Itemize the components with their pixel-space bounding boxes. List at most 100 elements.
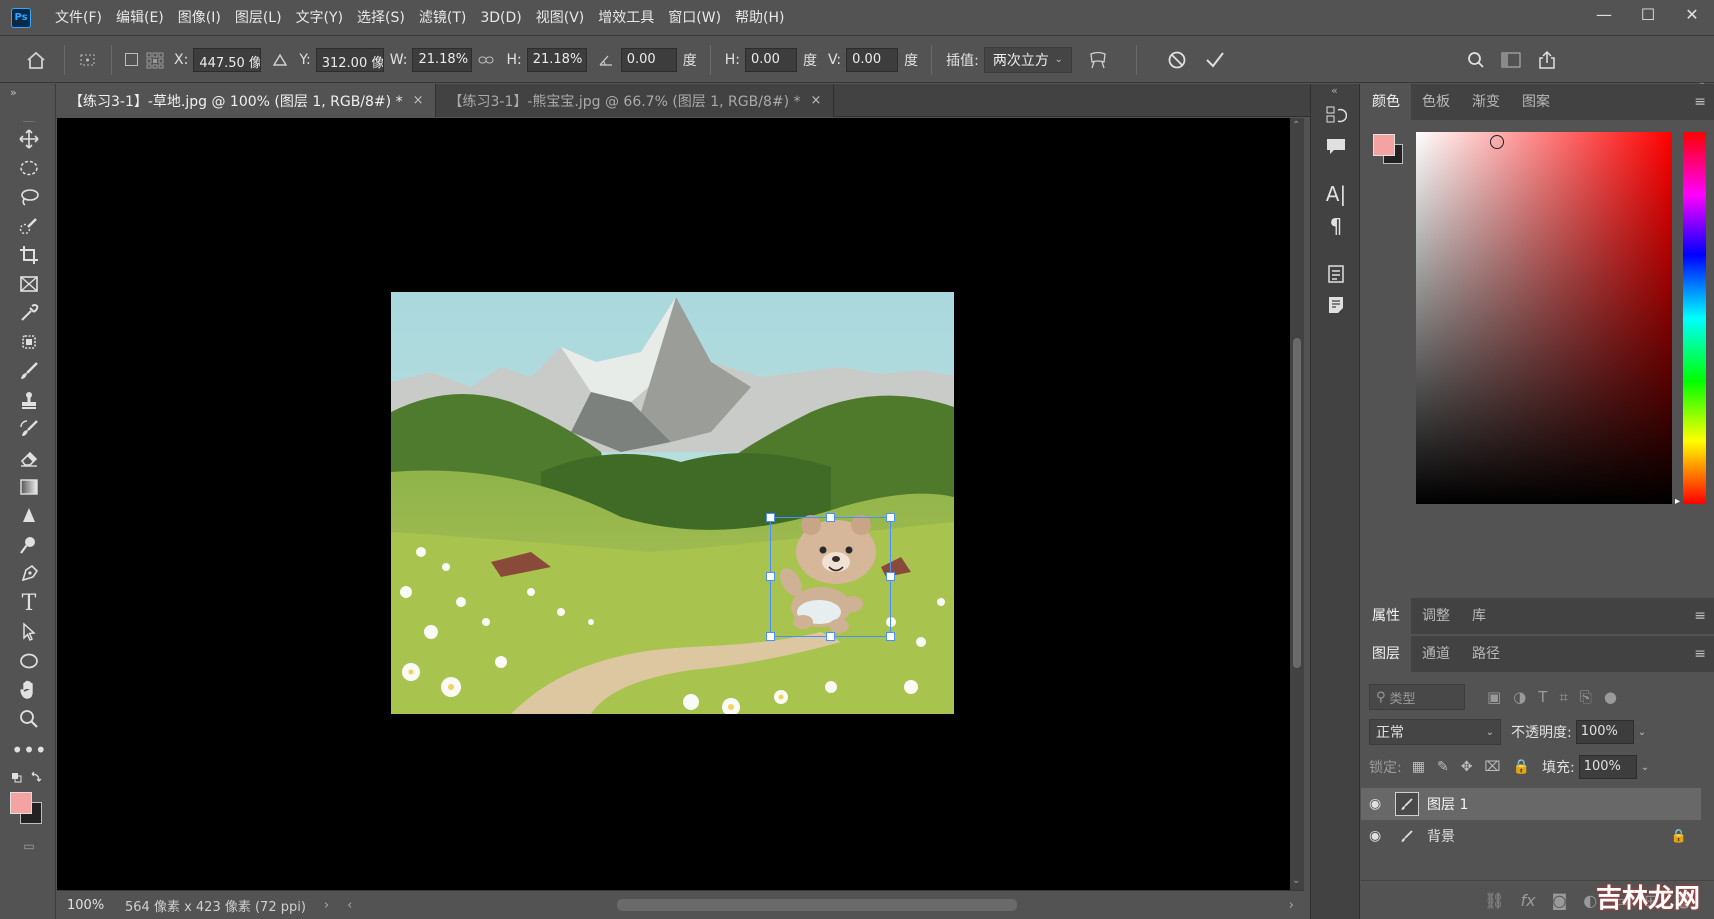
menu-item[interactable]: 编辑(E) (109, 0, 171, 36)
zoom-level[interactable]: 100% (67, 898, 117, 913)
transform-handle-right[interactable] (886, 572, 895, 581)
layer-row[interactable]: ◉ 图层 1 (1361, 788, 1701, 820)
canvas-viewport[interactable] (57, 118, 1290, 890)
menu-item[interactable]: 选择(S) (350, 0, 412, 36)
commit-transform-icon[interactable] (1197, 51, 1233, 69)
hand-tool-icon[interactable] (14, 676, 44, 704)
scroll-up-icon[interactable]: ⌃ (1292, 120, 1300, 131)
transform-handle-bottom-left[interactable] (766, 632, 775, 641)
close-icon[interactable]: × (811, 93, 822, 108)
opacity-field[interactable]: 100% (1575, 720, 1634, 744)
scroll-left-icon[interactable]: ‹ (347, 898, 352, 913)
character-panel-icon[interactable]: A| (1323, 181, 1349, 207)
transform-handle-top-right[interactable] (886, 513, 895, 522)
tab-bear-doc[interactable]: 【练习3-1】-熊宝宝.jpg @ 66.7% (图层 1, RGB/8#) *… (436, 84, 835, 117)
zoom-tool-icon[interactable] (14, 705, 44, 733)
visibility-eye-icon[interactable]: ◉ (1369, 796, 1389, 812)
y-position-field[interactable]: 312.00 像素 (315, 47, 384, 72)
share-icon[interactable] (1531, 50, 1563, 69)
menu-item[interactable]: 图层(L) (228, 0, 289, 36)
tab-layers[interactable]: 图层 (1361, 636, 1411, 672)
scroll-down-icon[interactable]: ⌄ (1292, 875, 1300, 886)
eyedropper-tool-icon[interactable] (14, 299, 44, 327)
hue-slider-arrow-icon[interactable]: ▸ (1675, 496, 1680, 507)
transform-handle-bottom-right[interactable] (886, 632, 895, 641)
history-panel-icon[interactable] (1323, 102, 1349, 128)
document-image[interactable] (391, 292, 954, 714)
shape-layer-filter-icon[interactable]: ⌗ (1559, 688, 1567, 706)
rotate-angle-field[interactable]: 0.00 (620, 47, 677, 72)
foreground-color-chip[interactable] (1373, 134, 1395, 156)
layer-name[interactable]: 背景 (1427, 826, 1455, 846)
transform-handle-top[interactable] (826, 513, 835, 522)
expand-panels-icon[interactable]: « (1331, 84, 1338, 97)
minimize-button[interactable]: — (1582, 0, 1626, 28)
menu-item[interactable]: 帮助(H) (728, 0, 791, 36)
menu-item[interactable]: 文字(Y) (289, 0, 350, 36)
fill-field[interactable]: 100% (1578, 755, 1637, 779)
quick-mask-icon[interactable]: ▭ (14, 832, 44, 860)
relative-position-icon[interactable] (267, 53, 293, 67)
menu-item[interactable]: 滤镜(T) (412, 0, 473, 36)
edit-toolbar-icon[interactable]: ••• (11, 736, 46, 764)
status-menu-arrow-icon[interactable]: › (324, 898, 329, 913)
tab-patterns[interactable]: 图案 (1511, 84, 1561, 120)
transform-handle-left[interactable] (766, 572, 775, 581)
menu-item[interactable]: 增效工具 (591, 0, 661, 36)
x-position-field[interactable]: 447.50 像素 (193, 47, 262, 72)
tab-gradients[interactable]: 渐变 (1461, 84, 1511, 120)
blend-mode-dropdown[interactable]: 正常 ⌄ (1369, 719, 1501, 745)
collapse-toolbar-icon[interactable]: » (10, 86, 17, 99)
vertical-scroll-thumb[interactable] (1293, 338, 1301, 668)
crop-tool-icon[interactable] (14, 241, 44, 269)
smart-object-filter-icon[interactable]: ⎘ (1580, 688, 1592, 706)
interpolation-dropdown[interactable]: 两次立方 ⌄ (983, 46, 1072, 73)
blur-tool-icon[interactable] (14, 502, 44, 530)
panel-menu-icon[interactable]: ≡ (1694, 646, 1706, 662)
tab-color[interactable]: 颜色 (1361, 84, 1411, 120)
clone-stamp-tool-icon[interactable] (14, 386, 44, 414)
ellipse-tool-icon[interactable] (14, 647, 44, 675)
filter-toggle-icon[interactable]: ● (1604, 688, 1617, 706)
layer-mask-icon[interactable]: ◙ (1552, 891, 1568, 910)
tab-paths[interactable]: 路径 (1461, 636, 1511, 672)
move-tool-icon[interactable] (14, 125, 44, 153)
tab-libraries[interactable]: 库 (1461, 598, 1497, 634)
elliptical-marquee-tool-icon[interactable] (14, 154, 44, 182)
menu-item[interactable]: 视图(V) (529, 0, 592, 36)
panel-menu-icon[interactable]: ≡ (1694, 94, 1706, 110)
horizontal-scroll-thumb[interactable] (617, 899, 1017, 911)
pixel-layer-filter-icon[interactable]: ▣ (1487, 688, 1501, 706)
layer-style-icon[interactable]: fx (1521, 891, 1536, 910)
gradient-tool-icon[interactable] (14, 473, 44, 501)
frame-tool-icon[interactable] (14, 270, 44, 298)
notes-panel-icon[interactable] (1323, 292, 1349, 318)
chevron-down-icon[interactable]: ⌄ (1638, 727, 1646, 738)
reference-checkbox[interactable] (120, 53, 142, 66)
layer-name[interactable]: 图层 1 (1427, 794, 1468, 814)
close-button[interactable]: ✕ (1670, 0, 1714, 28)
eraser-tool-icon[interactable] (14, 444, 44, 472)
path-selection-tool-icon[interactable] (14, 618, 44, 646)
lock-position-icon[interactable]: ✥ (1461, 759, 1473, 775)
tab-grassland-doc[interactable]: 【练习3-1】-草地.jpg @ 100% (图层 1, RGB/8#) * × (57, 84, 437, 117)
tab-properties[interactable]: 属性 (1361, 598, 1411, 634)
spot-healing-brush-tool-icon[interactable] (14, 328, 44, 356)
lock-pixels-icon[interactable]: ✎ (1437, 759, 1449, 775)
menu-item[interactable]: 3D(D) (473, 0, 528, 36)
chevron-down-icon[interactable]: ⌄ (1641, 762, 1649, 773)
transform-bounding-box[interactable] (770, 517, 891, 637)
layer-row[interactable]: ◉ 背景 🔒 (1361, 820, 1701, 852)
scroll-right-icon[interactable]: › (1289, 898, 1294, 913)
lock-artboard-icon[interactable]: ⌧ (1484, 759, 1500, 775)
lock-all-icon[interactable]: 🔒 (1513, 759, 1530, 775)
transform-handle-bottom[interactable] (826, 632, 835, 641)
hue-slider[interactable] (1683, 132, 1706, 504)
pen-tool-icon[interactable] (14, 560, 44, 588)
quick-selection-tool-icon[interactable] (14, 212, 44, 240)
link-icon[interactable] (472, 55, 500, 65)
height-scale-field[interactable]: 21.18% (526, 47, 587, 72)
layer-filter-dropdown[interactable]: ⚲ 类型 (1369, 684, 1465, 710)
close-icon[interactable]: × (413, 93, 424, 108)
type-tool-icon[interactable]: T (14, 589, 44, 617)
